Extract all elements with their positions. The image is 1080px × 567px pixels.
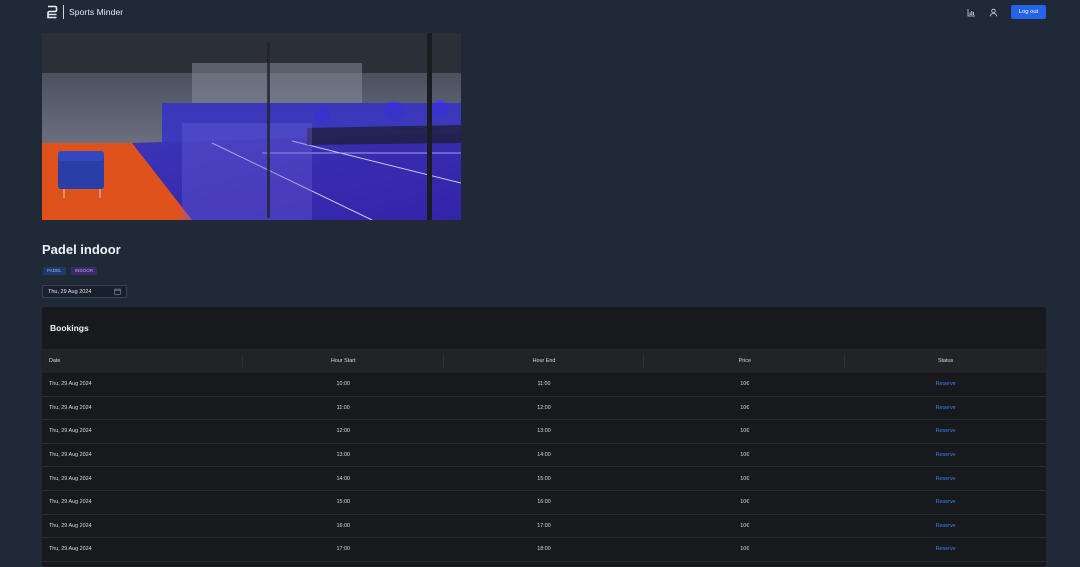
brand-logo-icon	[47, 5, 58, 19]
reserve-link[interactable]: Reserve	[936, 476, 956, 482]
bookings-title: Bookings	[50, 323, 89, 333]
cell-price: 10€	[740, 522, 750, 529]
reserve-link[interactable]: Reserve	[936, 381, 956, 387]
facility-image	[42, 33, 461, 220]
reserve-link[interactable]: Reserve	[936, 452, 956, 458]
table-row: Thu, 29 Aug 2024 11:00 12:00 10€ Reserve	[42, 397, 1046, 421]
cell-hour-end: 12:00	[537, 404, 551, 411]
cell-price: 10€	[740, 475, 750, 482]
cell-hour-end: 11:00	[537, 381, 551, 388]
nav-actions: Log out	[967, 5, 1046, 19]
tag-indoor: INDOOR	[70, 267, 98, 275]
table-row: Thu, 29 Aug 2024 15:00 16:00 10€ Reserve	[42, 491, 1046, 515]
user-icon[interactable]	[989, 8, 998, 17]
facility-tags: PADEL INDOOR	[43, 267, 98, 275]
top-navbar: Sports Minder Log out	[0, 0, 1080, 24]
reserve-link[interactable]: Reserve	[936, 428, 956, 434]
cell-hour-start: 10:00	[336, 381, 350, 388]
cell-date: Thu, 29 Aug 2024	[49, 404, 92, 411]
column-header-status[interactable]: Status	[845, 349, 1046, 373]
table-row: Thu, 29 Aug 2024 13:00 14:00 10€ Reserve	[42, 444, 1046, 468]
cell-hour-end: 18:00	[537, 546, 551, 553]
reserve-link[interactable]: Reserve	[936, 405, 956, 411]
cell-date: Thu, 29 Aug 2024	[49, 428, 92, 435]
page-title: Padel indoor	[42, 242, 121, 257]
cell-date: Thu, 29 Aug 2024	[49, 475, 92, 482]
cell-date: Thu, 29 Aug 2024	[49, 452, 92, 459]
table-row: Thu, 29 Aug 2024 17:00 18:00 10€ Reserve	[42, 538, 1046, 562]
calendar-icon	[114, 288, 121, 295]
brand[interactable]: Sports Minder	[46, 4, 123, 20]
date-picker-value: Thu, 29 Aug 2024	[48, 288, 92, 295]
cell-hour-start: 14:00	[336, 475, 350, 482]
cell-date: Thu, 29 Aug 2024	[49, 499, 92, 506]
cell-price: 10€	[740, 546, 750, 553]
logout-button[interactable]: Log out	[1011, 5, 1046, 19]
bookings-table-header: Date Hour Start Hour End Price Status	[42, 349, 1046, 373]
cell-hour-end: 15:00	[537, 475, 551, 482]
reserve-link[interactable]: Reserve	[936, 499, 956, 505]
cell-hour-end: 13:00	[537, 428, 551, 435]
cell-hour-start: 12:00	[336, 428, 350, 435]
cell-hour-start: 11:00	[336, 404, 350, 411]
cell-price: 10€	[740, 452, 750, 459]
bookings-card: Bookings Date Hour Start Hour End Price …	[42, 307, 1046, 567]
table-row: Thu, 29 Aug 2024 14:00 15:00 10€ Reserve	[42, 467, 1046, 491]
column-header-date[interactable]: Date	[42, 349, 243, 373]
table-row: Thu, 29 Aug 2024 12:00 13:00 10€ Reserve	[42, 420, 1046, 444]
cell-date: Thu, 29 Aug 2024	[49, 522, 92, 529]
cell-hour-start: 17:00	[336, 546, 350, 553]
bookings-table-body: Thu, 29 Aug 2024 10:00 11:00 10€ Reserve Thu,…	[42, 373, 1046, 562]
cell-hour-end: 17:00	[537, 522, 551, 529]
reserve-link[interactable]: Reserve	[936, 523, 956, 529]
cell-price: 10€	[740, 499, 750, 506]
cell-price: 10€	[740, 381, 750, 388]
column-header-hour-start[interactable]: Hour Start	[243, 349, 444, 373]
cell-hour-start: 16:00	[336, 522, 350, 529]
cell-hour-end: 14:00	[537, 452, 551, 459]
cell-price: 10€	[740, 404, 750, 411]
brand-divider	[63, 5, 64, 19]
column-header-price[interactable]: Price	[644, 349, 846, 373]
cell-date: Thu, 29 Aug 2024	[49, 381, 92, 388]
app-name: Sports Minder	[69, 7, 124, 17]
date-picker[interactable]: Thu, 29 Aug 2024	[42, 285, 127, 298]
stats-icon[interactable]	[967, 8, 976, 17]
cell-price: 10€	[740, 428, 750, 435]
tag-padel: PADEL	[43, 267, 66, 275]
table-row: Thu, 29 Aug 2024 10:00 11:00 10€ Reserve	[42, 373, 1046, 397]
table-row: Thu, 29 Aug 2024 16:00 17:00 10€ Reserve	[42, 515, 1046, 539]
cell-hour-start: 15:00	[336, 499, 350, 506]
reserve-link[interactable]: Reserve	[936, 546, 956, 552]
column-header-hour-end[interactable]: Hour End	[444, 349, 645, 373]
cell-hour-start: 13:00	[336, 452, 350, 459]
cell-hour-end: 16:00	[537, 499, 551, 506]
cell-date: Thu, 29 Aug 2024	[49, 546, 92, 553]
